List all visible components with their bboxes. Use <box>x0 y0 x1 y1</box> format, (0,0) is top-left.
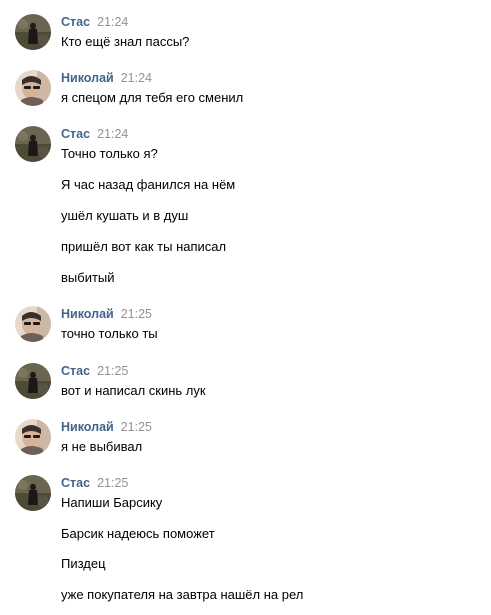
message-time[interactable]: 21:25 <box>97 476 128 490</box>
message-header: Николай 21:25 <box>61 419 152 435</box>
message-header: Николай 21:24 <box>61 70 152 86</box>
message-text: Я час назад фанился на нём <box>61 177 236 192</box>
stas-avatar[interactable] <box>15 14 51 50</box>
stas-avatar-image <box>15 475 51 511</box>
message-time[interactable]: 21:24 <box>97 127 128 141</box>
message-header: Стас 21:24 <box>61 14 128 30</box>
message-time[interactable]: 21:25 <box>121 307 152 321</box>
message-header: Стас 21:25 <box>61 363 128 379</box>
message-text: точно только ты <box>61 326 158 341</box>
author-name[interactable]: Николай <box>61 71 114 85</box>
message-text: Кто ещё знал пассы? <box>61 34 190 49</box>
author-name[interactable]: Николай <box>61 307 114 321</box>
message-text: выбитый <box>61 270 115 285</box>
message-text: я не выбивал <box>61 439 143 454</box>
author-name[interactable]: Стас <box>61 127 90 141</box>
message-header: Стас 21:24 <box>61 126 128 142</box>
nikolai-avatar-image <box>15 419 51 455</box>
stas-avatar[interactable] <box>15 363 51 399</box>
stas-avatar[interactable] <box>15 475 51 511</box>
author-name[interactable]: Стас <box>61 476 90 490</box>
author-name[interactable]: Николай <box>61 420 114 434</box>
message-time[interactable]: 21:25 <box>121 420 152 434</box>
nikolai-avatar[interactable] <box>15 419 51 455</box>
message-text: Точно только я? <box>61 146 158 161</box>
message-text: Напиши Барсику <box>61 495 163 510</box>
chat-history: Стас 21:24 Кто ещё знал пассы? Николай 21:… <box>0 0 491 615</box>
message-time[interactable]: 21:24 <box>97 15 128 29</box>
message-header: Николай 21:25 <box>61 306 152 322</box>
message-text: Пиздец <box>61 556 106 571</box>
message-time[interactable]: 21:24 <box>121 71 152 85</box>
nikolai-avatar-image <box>15 70 51 106</box>
stas-avatar-image <box>15 14 51 50</box>
author-name[interactable]: Стас <box>61 364 90 378</box>
stas-avatar-image <box>15 363 51 399</box>
message-text: Барсик надеюсь поможет <box>61 526 215 541</box>
nikolai-avatar-image <box>15 306 51 342</box>
author-name[interactable]: Стас <box>61 15 90 29</box>
nikolai-avatar[interactable] <box>15 306 51 342</box>
message-text: ушёл кушать и в душ <box>61 208 189 223</box>
stas-avatar-image <box>15 126 51 162</box>
nikolai-avatar[interactable] <box>15 70 51 106</box>
message-time[interactable]: 21:25 <box>97 364 128 378</box>
message-header: Стас 21:25 <box>61 475 128 491</box>
message-text: пришёл вот как ты написал <box>61 239 227 254</box>
stas-avatar[interactable] <box>15 126 51 162</box>
message-text: уже покупателя на завтра нашёл на рел <box>61 587 304 602</box>
message-text: я спецом для тебя его сменил <box>61 90 244 105</box>
message-text: вот и написал скинь лук <box>61 383 206 398</box>
